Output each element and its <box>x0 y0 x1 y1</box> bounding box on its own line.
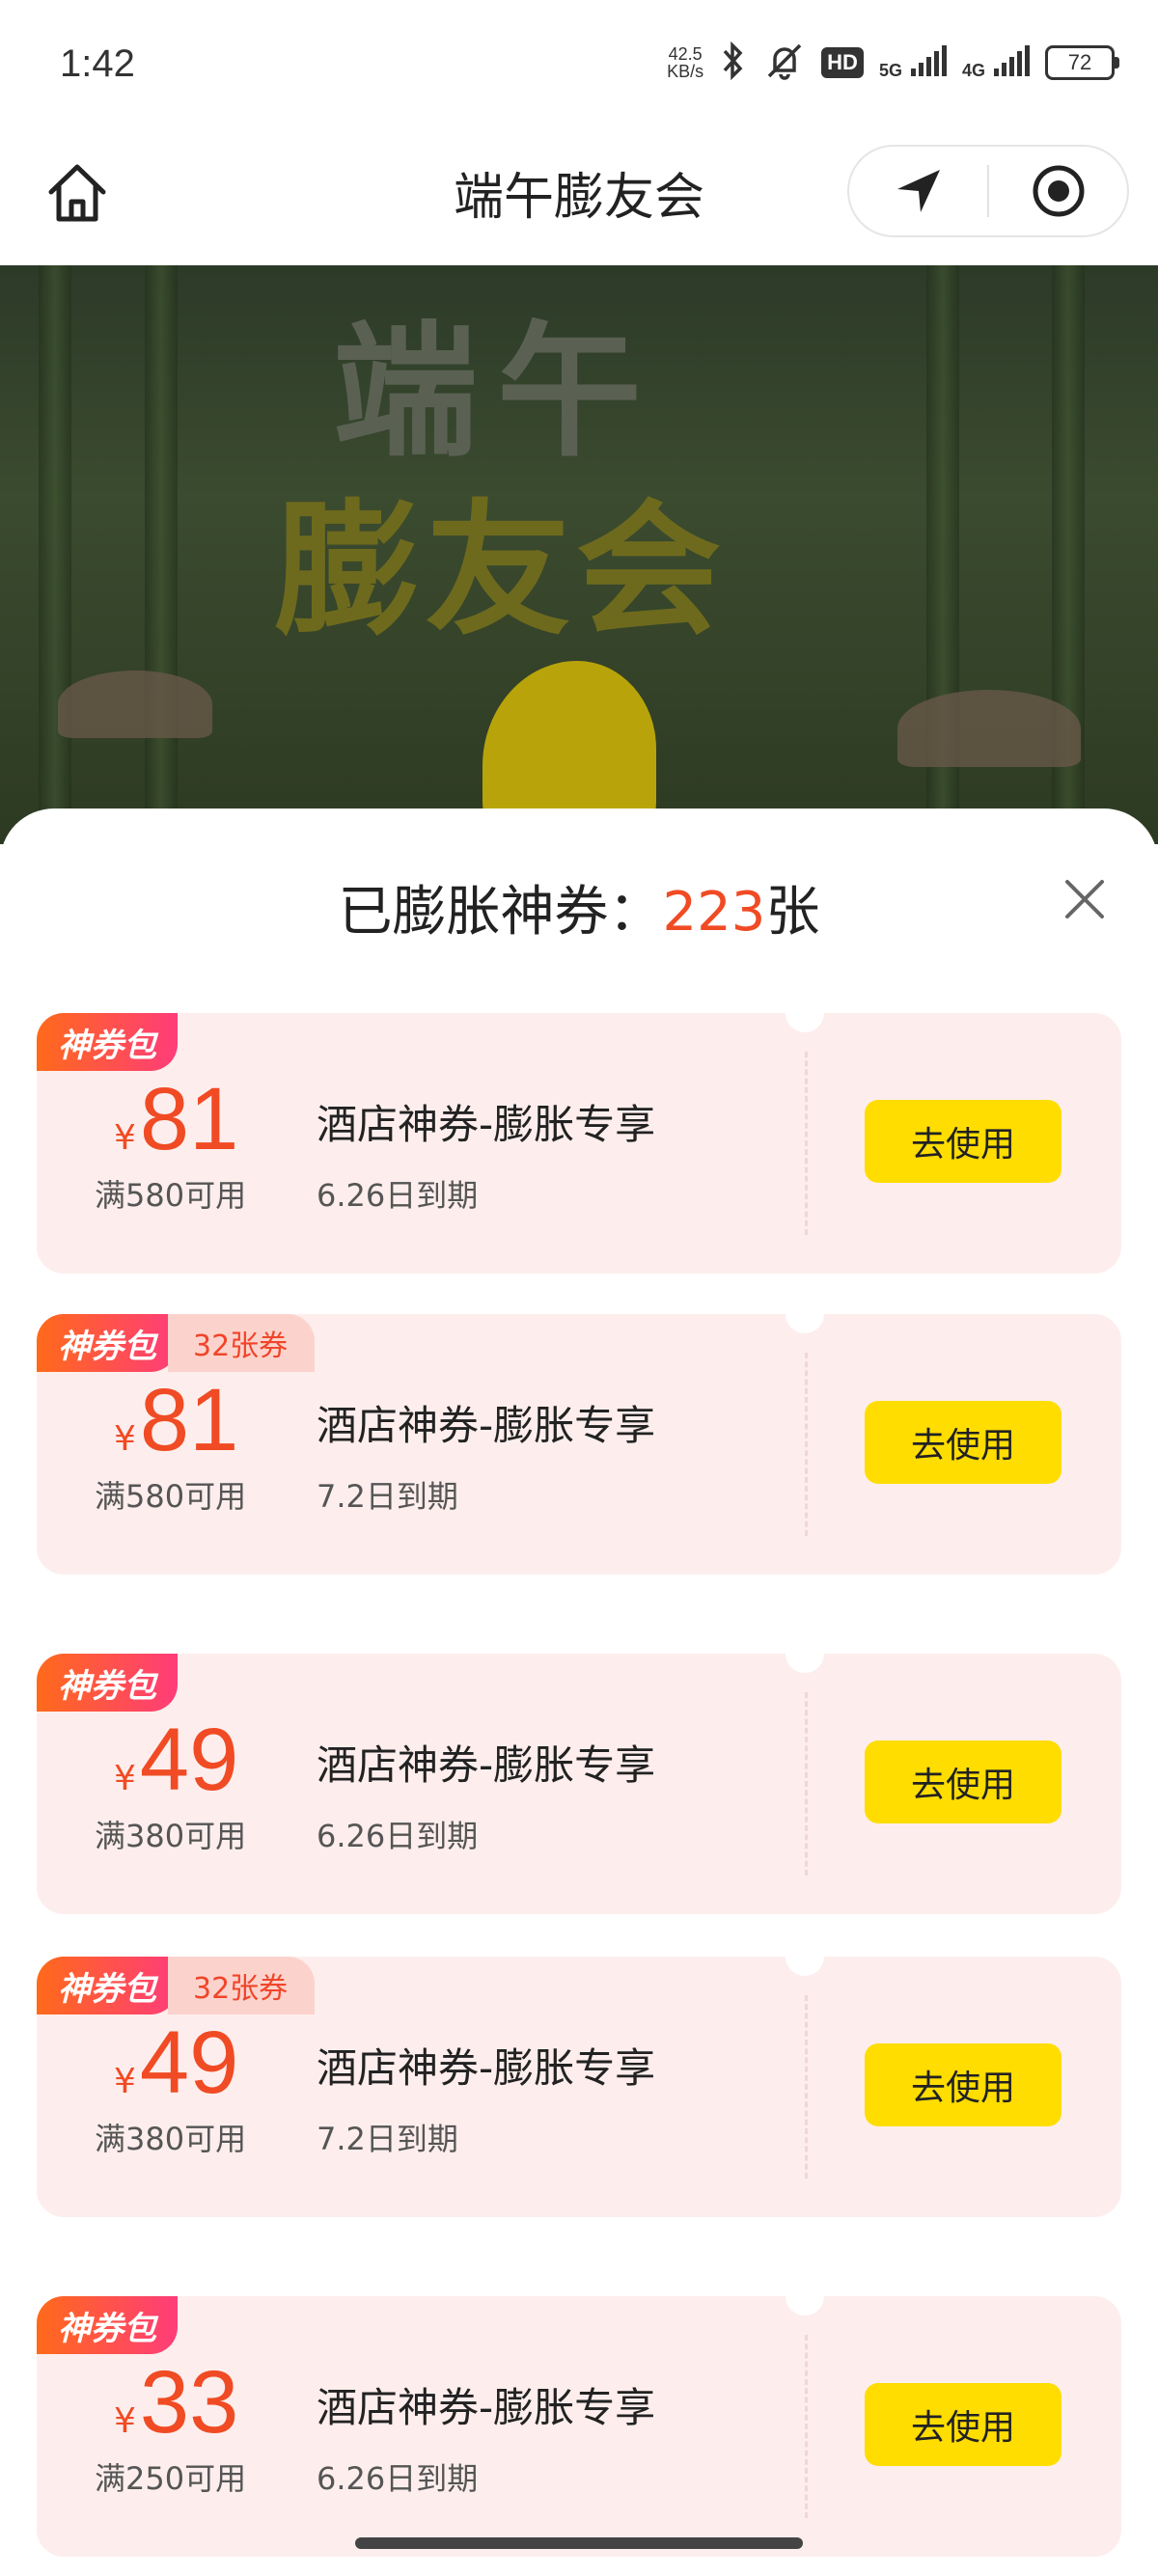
coupon-sheet: 已膨胀神券：223张 神券包 ¥81 满580可用 酒店神券-膨胀专享 6.26… <box>0 808 1158 2576</box>
coupon-pack-tag: 神券包 <box>37 1654 178 1712</box>
coupon-name: 酒店神券-膨胀专享 <box>317 2044 656 2092</box>
sheet-title: 已膨胀神券：223张 <box>338 881 820 944</box>
coupon-card: 神券包 32张券 ¥49 满380可用 酒店神券-膨胀专享 7.2日到期 去使用 <box>37 1937 1121 2240</box>
target-icon <box>1033 165 1084 217</box>
coupon-threshold: 满250可用 <box>95 2460 247 2497</box>
coupon-pack-tag: 神券包 <box>37 1013 178 1071</box>
coupon-card: 神券包 ¥49 满380可用 酒店神券-膨胀专享 6.26日到期 去使用 <box>37 1634 1121 1914</box>
coupon-threshold: 满580可用 <box>95 1177 247 1214</box>
coupon-amount: ¥49 <box>114 2014 239 2112</box>
coupon-name: 酒店神券-膨胀专享 <box>317 1101 656 1148</box>
use-coupon-button[interactable]: 去使用 <box>865 2043 1062 2126</box>
use-coupon-button[interactable]: 去使用 <box>865 1401 1062 1484</box>
bluetooth-icon <box>719 41 748 84</box>
coupon-pack-tag: 神券包 <box>37 1314 178 1372</box>
coupon-expiry: 7.2日到期 <box>317 2121 458 2157</box>
coupon-expiry: 6.26日到期 <box>317 1818 479 1854</box>
use-coupon-button[interactable]: 去使用 <box>865 2383 1062 2466</box>
coupon-threshold: 满380可用 <box>95 2121 247 2157</box>
signal-5g: 5G <box>879 44 947 81</box>
coupon-pack-tag: 神券包 <box>37 1957 178 2014</box>
coupon-name: 酒店神券-膨胀专享 <box>317 2384 656 2431</box>
status-icons: 42.5 KB/s HD 5G 4G 72 <box>667 39 1119 87</box>
mini-program-capsule <box>847 145 1129 237</box>
coupon-count-tag: 32张券 <box>168 1314 316 1372</box>
battery-icon: 72 <box>1045 45 1119 80</box>
coupon-expiry: 7.2日到期 <box>317 1478 458 1515</box>
mute-bell-icon <box>763 41 806 84</box>
coupon-count-tag: 32张券 <box>168 1957 316 2014</box>
coupon-card: 神券包 ¥81 满580可用 酒店神券-膨胀专享 6.26日到期 去使用 <box>37 994 1121 1274</box>
coupon-threshold: 满380可用 <box>95 1818 247 1854</box>
use-coupon-button[interactable]: 去使用 <box>865 1740 1062 1823</box>
banner-title-line2: 膨友会 <box>275 487 728 655</box>
network-speed: 42.5 KB/s <box>667 44 704 81</box>
location-button[interactable] <box>849 147 987 235</box>
coupon-amount: ¥33 <box>114 2353 239 2452</box>
coupon-card: 神券包 32张券 ¥81 满580可用 酒店神券-膨胀专享 7.2日到期 去使用 <box>37 1295 1121 1598</box>
location-arrow-icon <box>896 170 940 212</box>
close-icon <box>1065 880 1104 918</box>
home-indicator[interactable] <box>355 2537 803 2549</box>
close-miniprogram-button[interactable] <box>989 147 1127 235</box>
coupon-amount: ¥81 <box>114 1371 239 1469</box>
coupon-amount: ¥81 <box>114 1070 239 1168</box>
coupon-expiry: 6.26日到期 <box>317 1177 479 1214</box>
coupon-name: 酒店神券-膨胀专享 <box>317 1741 656 1789</box>
coupon-threshold: 满580可用 <box>95 1478 247 1515</box>
hd-badge: HD <box>821 47 864 78</box>
coupon-amount: ¥49 <box>114 1711 239 1809</box>
coupon-card: 神券包 ¥33 满250可用 酒店神券-膨胀专享 6.26日到期 去使用 <box>37 2277 1121 2557</box>
coupon-pack-tag: 神券包 <box>37 2296 178 2354</box>
signal-bars-icon <box>994 44 1030 76</box>
status-time: 1:42 <box>60 42 135 85</box>
nav-bar: 端午膨友会 <box>0 135 1158 265</box>
use-coupon-button[interactable]: 去使用 <box>865 1100 1062 1183</box>
signal-bars-icon <box>910 44 947 76</box>
event-banner: 端午 膨友会 <box>0 265 1158 844</box>
status-bar: 1:42 42.5 KB/s HD 5G 4G 72 <box>0 0 1158 135</box>
coupon-count: 223 <box>662 881 766 944</box>
coupon-expiry: 6.26日到期 <box>317 2460 479 2497</box>
close-button[interactable] <box>1062 876 1108 922</box>
signal-4g: 4G <box>962 44 1030 81</box>
coupon-name: 酒店神券-膨胀专享 <box>317 1402 656 1449</box>
